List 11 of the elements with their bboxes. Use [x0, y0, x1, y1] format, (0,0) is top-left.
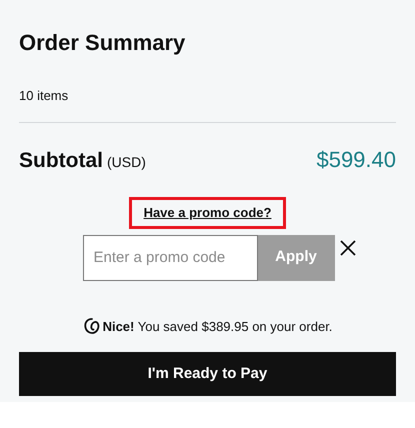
close-icon[interactable] [338, 238, 356, 256]
item-count: 10 items [19, 88, 70, 104]
promo-code-link[interactable]: Have a promo code? [144, 204, 272, 220]
currency-label: (USD) [107, 153, 146, 172]
ready-to-pay-button[interactable]: I'm Ready to Pay [19, 352, 396, 396]
subtotal-label: Subtotal [19, 148, 103, 174]
subtotal-amount: $599.40 [316, 146, 396, 174]
promo-code-field[interactable]: Enter a promo code [82, 234, 258, 280]
logo-icon [82, 317, 101, 336]
savings-message: Nice! You saved $389.95 on your order. [102, 318, 332, 336]
order-summary-title: Order Summary [19, 30, 186, 56]
